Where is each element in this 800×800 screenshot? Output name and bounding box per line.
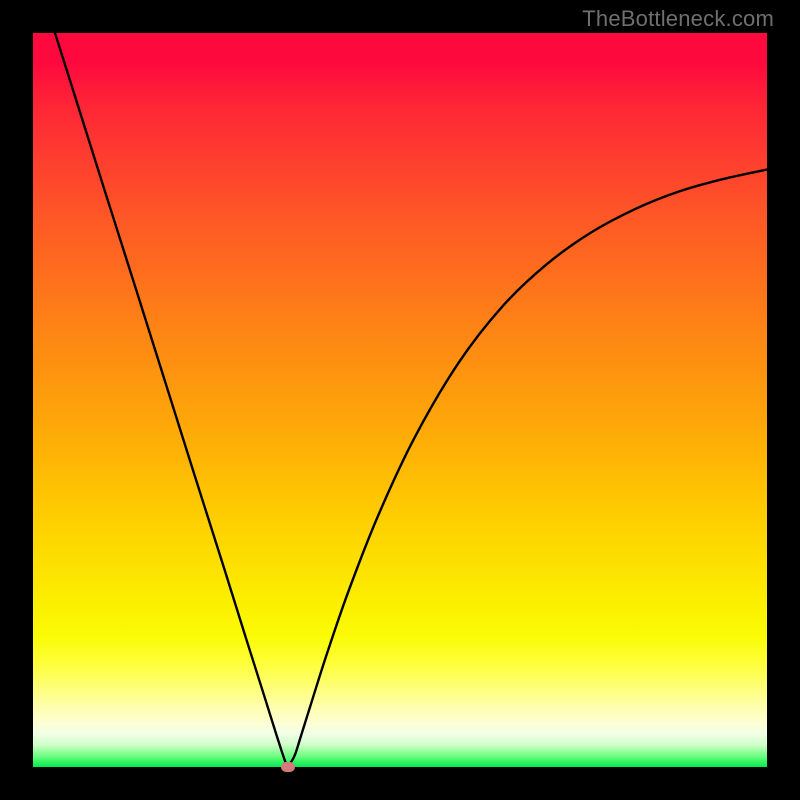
minimum-marker bbox=[281, 762, 295, 772]
watermark-text: TheBottleneck.com bbox=[582, 6, 774, 32]
bottleneck-curve bbox=[55, 33, 767, 764]
chart-frame: TheBottleneck.com bbox=[0, 0, 800, 800]
plot-area bbox=[33, 33, 767, 767]
curve-svg bbox=[33, 33, 767, 767]
